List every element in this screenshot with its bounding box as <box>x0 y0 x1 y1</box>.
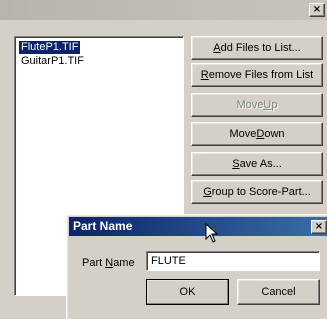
main-close-button[interactable]: × <box>309 3 325 17</box>
move-up-button[interactable]: Move Up <box>191 93 323 117</box>
part-name-label: Part Name <box>82 257 135 269</box>
add-files-button[interactable]: Add Files to List... <box>191 36 323 60</box>
main-titlebar <box>0 0 327 20</box>
save-as-button[interactable]: Save As... <box>191 152 323 176</box>
part-name-field[interactable] <box>146 251 320 271</box>
remove-files-button[interactable]: Remove Files from List <box>191 63 323 87</box>
mouse-pointer-icon <box>205 223 219 243</box>
ok-button[interactable]: OK <box>146 279 229 305</box>
part-name-titlebar: Part Name <box>69 217 327 236</box>
close-icon: × <box>312 4 322 15</box>
move-down-button[interactable]: Move Down <box>191 122 323 146</box>
dialog-title: Part Name <box>73 219 133 233</box>
cancel-button[interactable]: Cancel <box>237 279 320 305</box>
list-item[interactable]: GuitarP1.TIF <box>19 55 86 68</box>
close-icon: × <box>314 221 324 232</box>
list-item[interactable]: FluteP1.TIF <box>19 41 81 54</box>
part-name-close-button[interactable]: × <box>311 220 327 234</box>
part-name-dialog: Part Name × Part Name OK Cancel <box>66 214 327 319</box>
group-to-score-part-button[interactable]: Group to Score-Part... <box>191 180 323 204</box>
